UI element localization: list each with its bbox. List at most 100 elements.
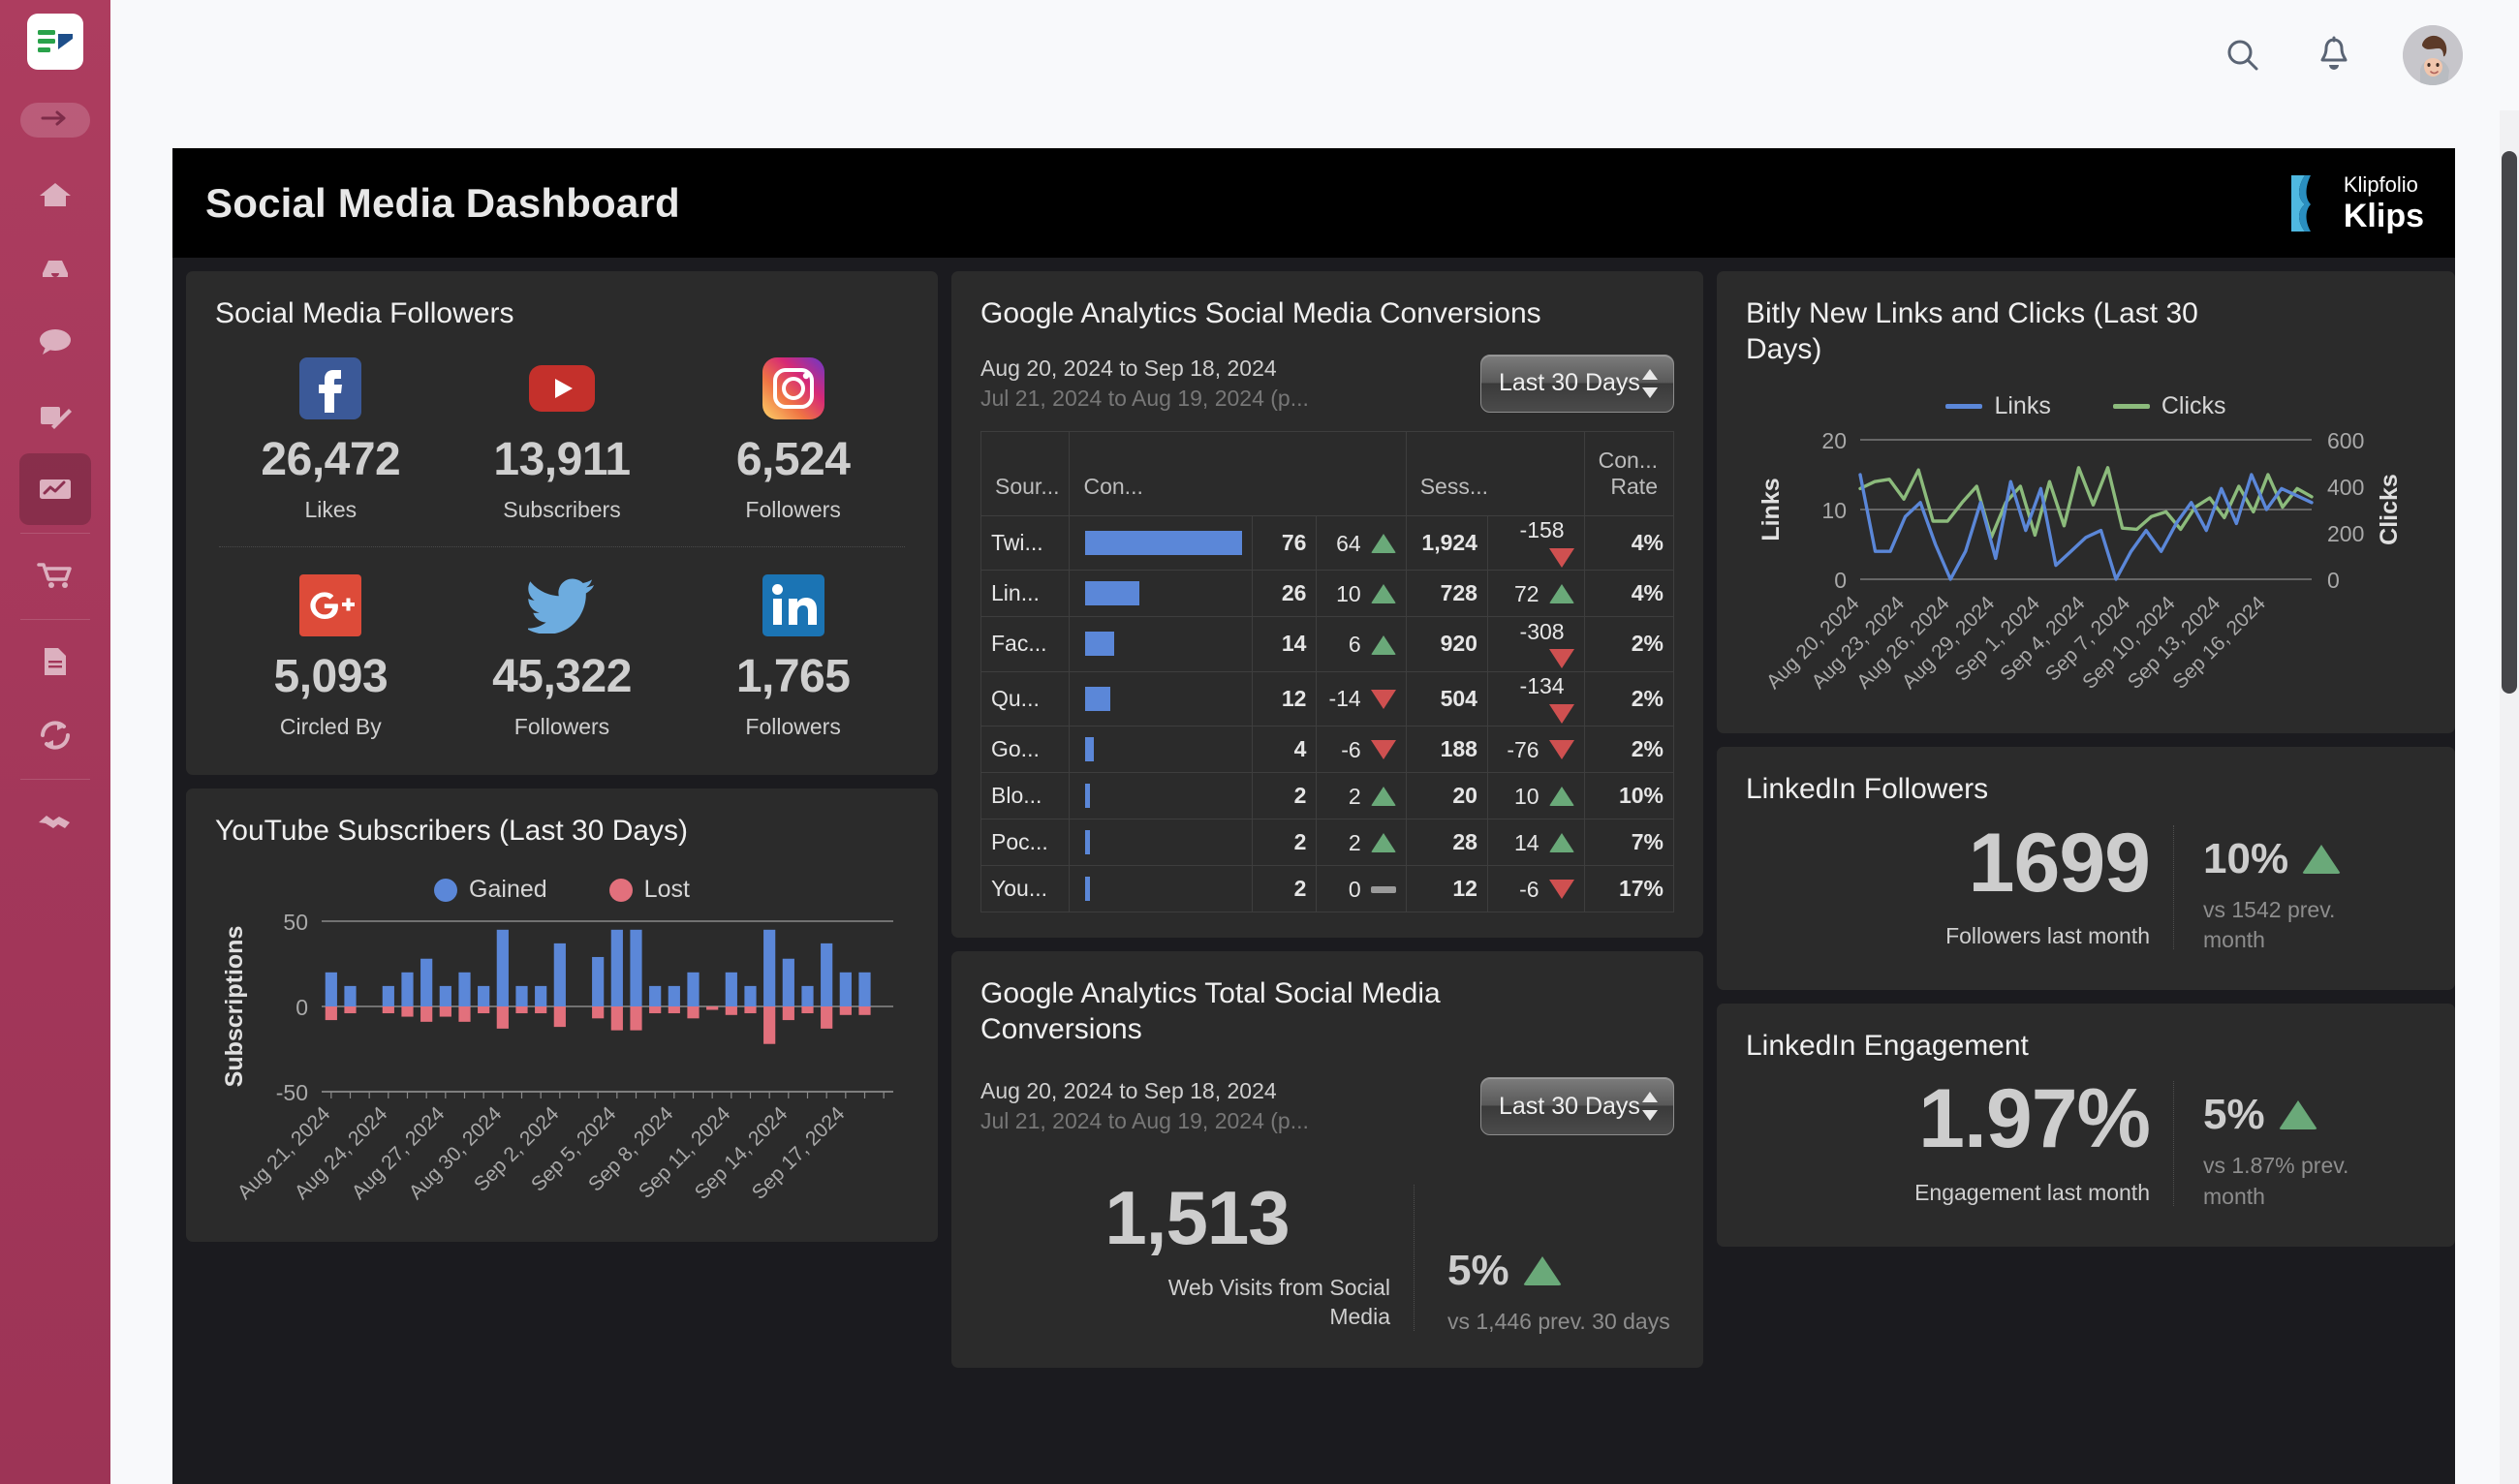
scrollbar-thumb[interactable] [2502,151,2517,694]
vs-line2: month [2203,926,2265,952]
cell-conversions-bar [1069,514,1254,572]
follower-count: 1,765 [735,650,851,702]
legend-item-links[interactable]: Links [1945,392,2051,420]
sidebar-item-edit[interactable] [19,380,91,451]
cell-source: Qu... [980,670,1071,727]
widget-youtube-subscribers: YouTube Subscribers (Last 30 Days) Gaine… [186,788,938,1243]
cell-conversions-bar [1069,725,1254,773]
cell-conversion-rate: 2% [1583,670,1675,727]
notification-bell-icon[interactable] [2312,33,2356,77]
followers-cell-youtube[interactable]: 13,911 Subscribers [465,354,659,523]
twitter-icon [527,571,597,640]
legend-swatch-icon [1945,404,1983,410]
linkedin-engagement-stat: 1.97% Engagement last month 5% vs 1.87% … [1746,1067,2426,1221]
legend-swatch-icon [434,878,458,902]
cell-conversions-bar [1069,570,1254,618]
col-conversion-rate[interactable]: Con... Rate [1583,430,1675,516]
column-right: Bitly New Links and Clicks (Last 30 Days… [1717,271,2455,1381]
followers-row-2: 5,093 Circled By 45,322 Followers 1,765 … [215,553,909,750]
legend-item-lost[interactable]: Lost [608,876,690,904]
svg-text:0: 0 [1834,568,1847,593]
table-row[interactable]: Qu... 12 -14 504 -134 2% [980,670,1675,727]
followers-row-1: 26,472 Likes 13,911 Subscribers 6,524 Fo… [215,336,909,533]
trend-down-icon [1548,649,1574,669]
linkedin-icon [759,571,828,640]
avatar[interactable] [2403,25,2463,85]
sidebar-item-sync[interactable] [19,699,91,771]
trend-down-icon [1370,689,1396,709]
widget-grid: Social Media Followers 26,472 Likes 13,9… [172,258,2455,1381]
home-icon [38,180,73,209]
search-icon[interactable] [2221,33,2265,77]
stat-primary: 1699 Followers last month [1746,819,2173,955]
table-row[interactable]: Twi... 76 64 1,924 -158 4% [980,514,1675,572]
klipfolio-logo-icon[interactable] [27,14,83,70]
stat-caption: Followers last month [1945,923,2150,949]
cell-sessions-delta: -76 [1486,725,1585,773]
widget-title: Social Media Followers [215,297,514,329]
sidebar-item-inbox[interactable] [19,232,91,304]
select-value: Last 30 Days [1499,1092,1640,1120]
followers-cell-googleplus[interactable]: 5,093 Circled By [233,571,427,740]
table-row[interactable]: You... 2 0 12 -6 17% [980,864,1675,912]
linkedin-followers-stat: 1699 Followers last month 10% vs 1542 pr… [1746,812,2426,965]
chart-line-icon [38,477,73,502]
follower-count: 5,093 [273,650,389,702]
table-row[interactable]: Lin... 26 10 728 72 4% [980,570,1675,618]
date-range-select[interactable]: Last 30 Days [1480,354,1674,413]
date-range-row: Aug 20, 2024 to Sep 18, 2024 Jul 21, 202… [980,354,1674,414]
scrollbar-track[interactable] [2500,110,2519,1484]
legend-label: Clicks [2161,392,2226,420]
stat-comparison: 10% vs 1542 prev. month [2174,819,2426,955]
date-range-row: Aug 20, 2024 to Sep 18, 2024 Jul 21, 202… [980,1076,1674,1136]
table-row[interactable]: Go... 4 -6 188 -76 2% [980,725,1675,773]
legend-item-gained[interactable]: Gained [434,876,547,904]
stat-caption: Web Visits from Social Media [1004,1274,1390,1332]
scroll-area: Social Media Dashboard Klipfolio Klips S… [110,110,2519,1484]
table-row[interactable]: Blo... 2 2 20 10 10% [980,771,1675,819]
cell-sessions-delta: -308 [1486,616,1585,672]
widget-linkedin-followers: LinkedIn Followers 1699 Followers last m… [1717,747,2455,990]
followers-cell-linkedin[interactable]: 1,765 Followers [697,571,890,740]
sidebar-item-analytics[interactable] [19,453,91,525]
sidebar-item-partners[interactable] [19,786,91,857]
cell-sessions-value: 504 [1405,670,1488,727]
follower-label: Followers [745,496,841,522]
date-range-text: Aug 20, 2024 to Sep 18, 2024 Jul 21, 202… [980,1076,1309,1136]
legend-item-clicks[interactable]: Clicks [2112,392,2226,420]
cell-conversions-delta: 0 [1316,864,1407,912]
widget-title: LinkedIn Engagement [1746,1029,2029,1062]
sidebar-item-reports[interactable] [19,626,91,697]
cell-source: Fac... [980,616,1071,672]
cell-sessions-delta: -6 [1486,864,1585,912]
widget-bitly-links-clicks: Bitly New Links and Clicks (Last 30 Days… [1717,271,2455,734]
brand-line-2: Klips [2343,197,2424,234]
sidebar-item-messages[interactable] [19,306,91,378]
widget-social-media-followers: Social Media Followers 26,472 Likes 13,9… [186,271,938,775]
cell-conversions-value: 2 [1252,771,1318,819]
followers-cell-twitter[interactable]: 45,322 Followers [465,571,659,740]
col-conversions[interactable]: Con... [1069,430,1407,516]
trend-up-icon [1548,833,1574,853]
trend-down-icon [1370,740,1396,760]
sidebar-item-home[interactable] [19,159,91,231]
cell-conversions-bar [1069,771,1254,819]
table-row[interactable]: Fac... 14 6 920 -308 2% [980,616,1675,672]
table-row[interactable]: Poc... 2 2 28 14 7% [980,818,1675,866]
stat-change-row: 5% [1447,1247,1674,1295]
cell-conversions-value: 2 [1252,818,1318,866]
cell-conversion-rate: 4% [1583,514,1675,572]
vs-line1: vs 1542 prev. [2203,896,2336,922]
col-sessions[interactable]: Sess... [1405,430,1585,516]
date-range-select[interactable]: Last 30 Days [1480,1077,1674,1136]
col-source[interactable]: Sour... [980,430,1071,516]
followers-divider [219,545,905,547]
followers-cell-instagram[interactable]: 6,524 Followers [697,354,890,523]
cell-sessions-delta: 14 [1486,818,1585,866]
sidebar-item-commerce[interactable] [19,540,91,611]
widget-title: Google Analytics Total Social Media Conv… [980,976,1441,1045]
followers-cell-facebook[interactable]: 26,472 Likes [233,354,427,523]
youtube-icon [527,354,597,423]
sidebar-item-collapse-arrow[interactable] [20,103,90,138]
document-icon [41,646,70,677]
